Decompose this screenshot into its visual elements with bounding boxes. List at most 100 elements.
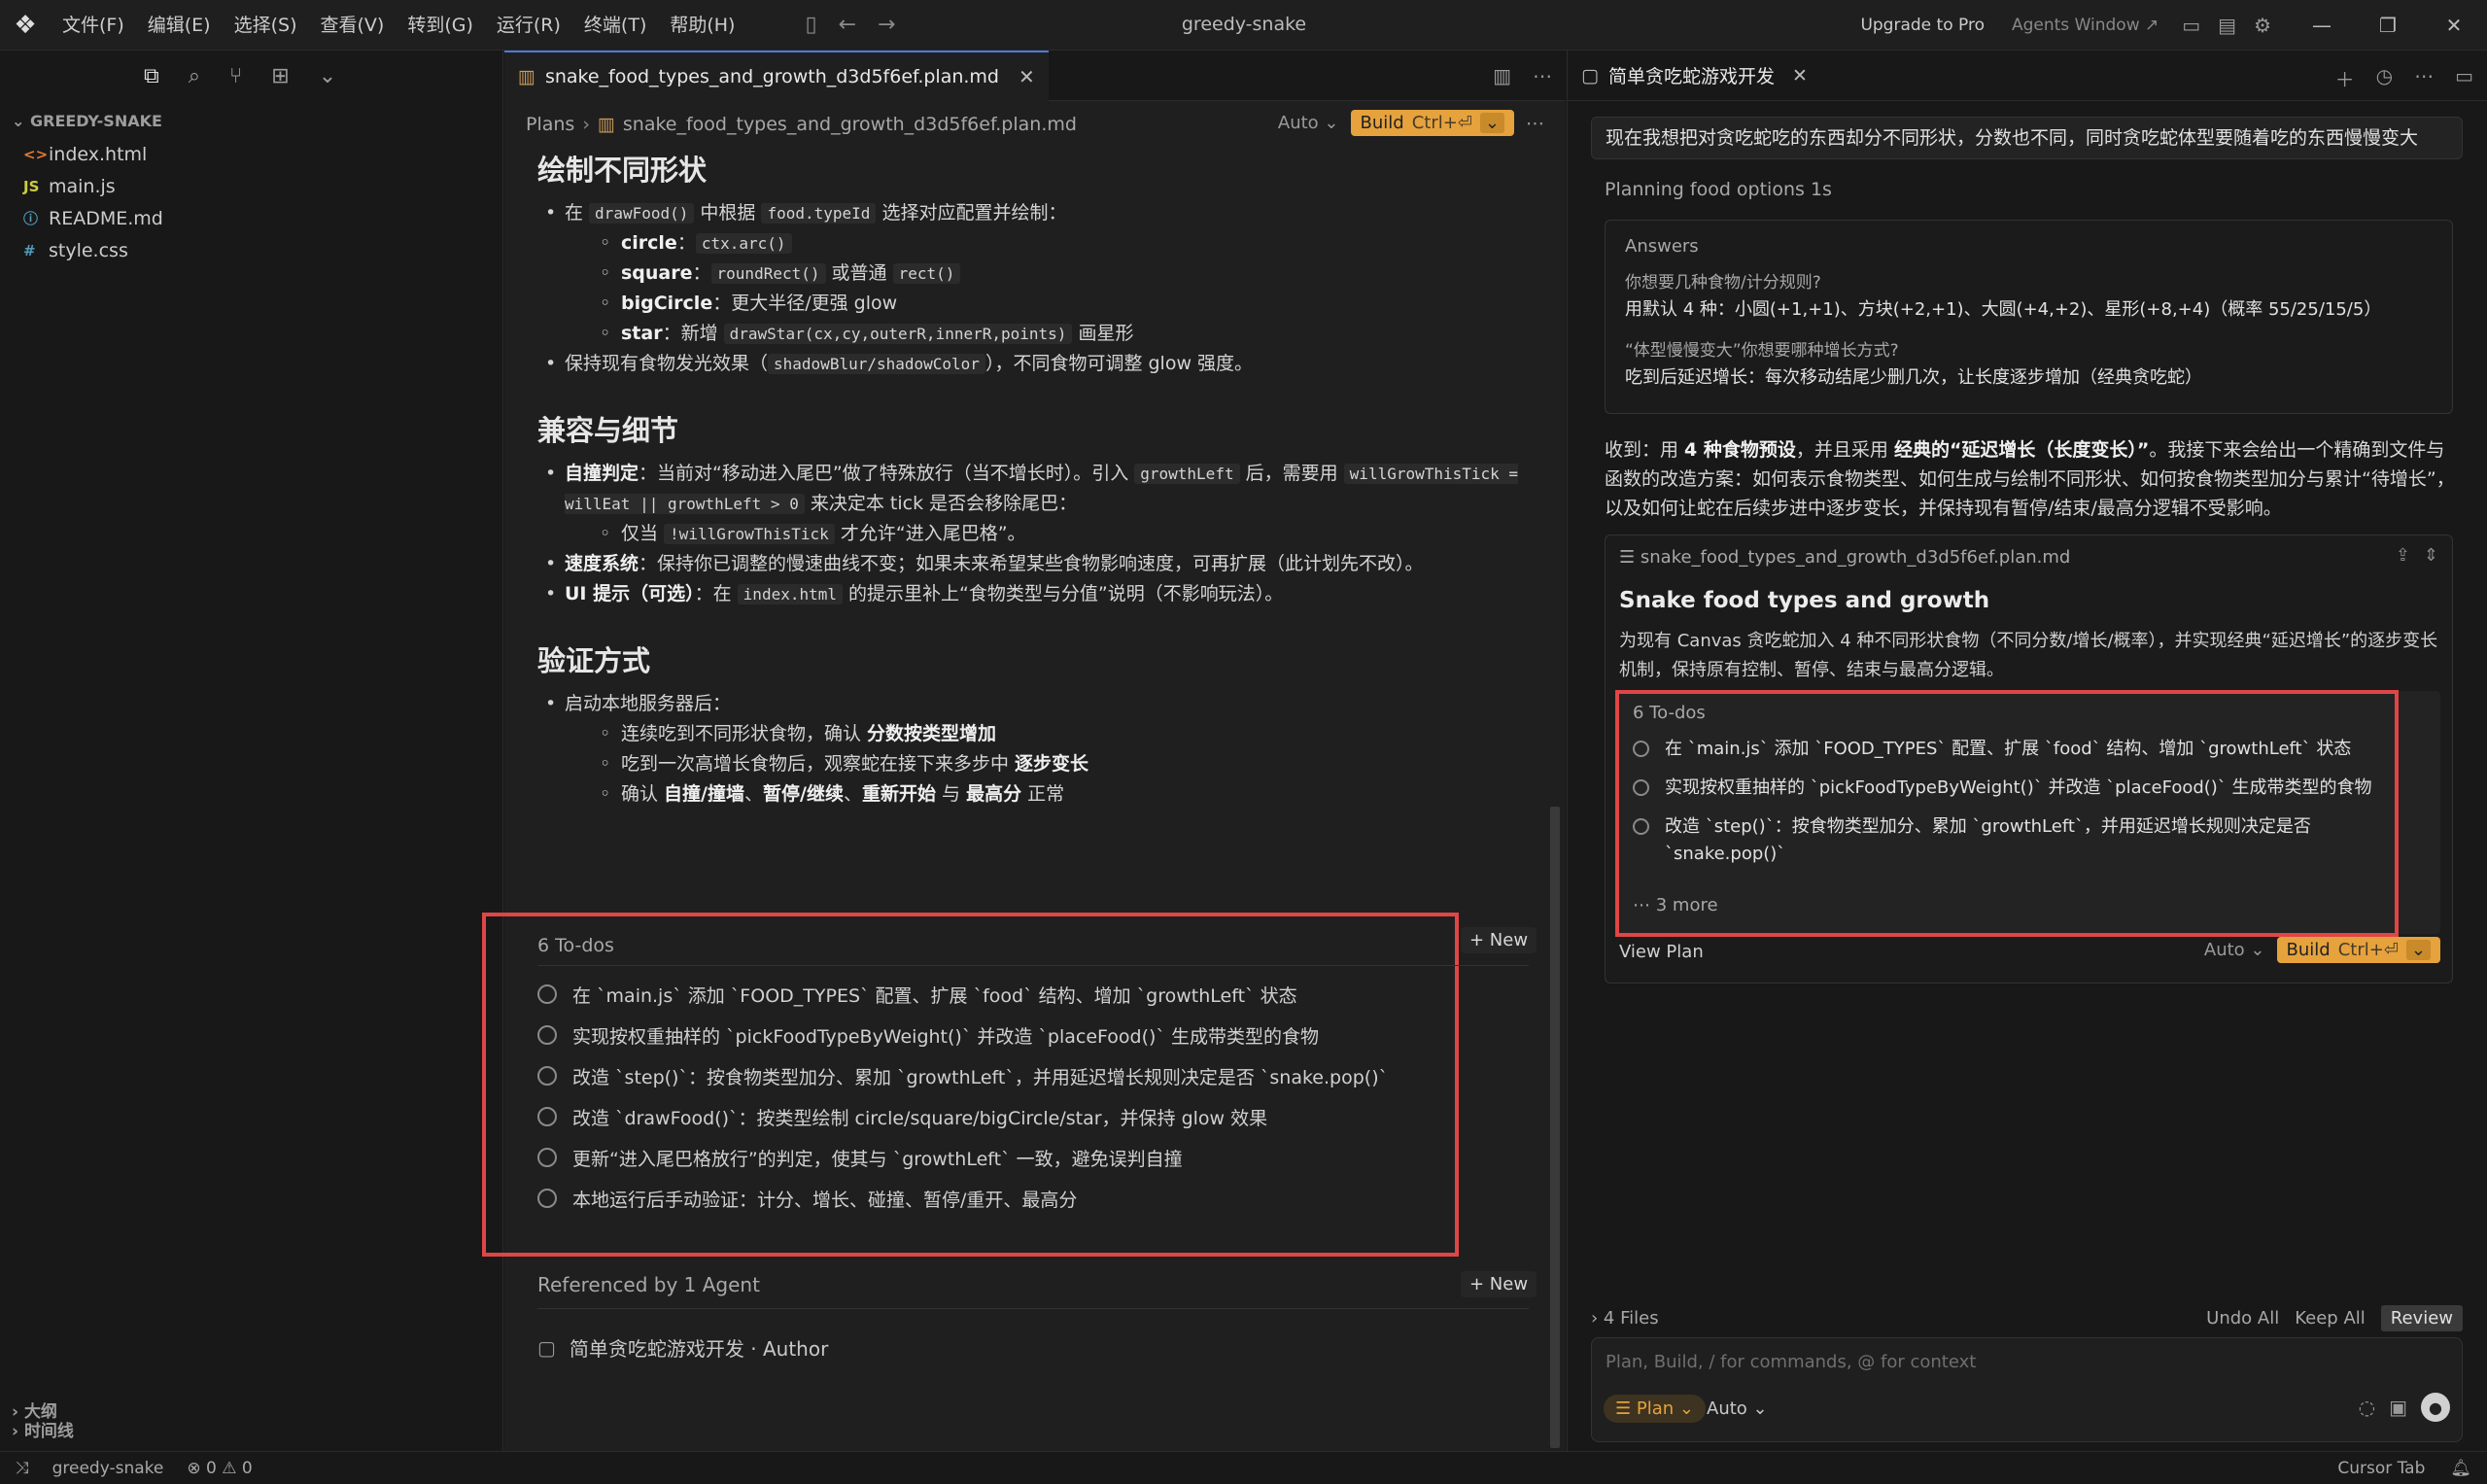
expand-icon[interactable]: ⇕ — [2424, 545, 2438, 566]
todo-item[interactable]: 实现按权重抽样的 `pickFoodTypeByWeight()` 并改造 `p… — [537, 1015, 1529, 1055]
menu-edit[interactable]: 编辑(E) — [136, 0, 223, 51]
todo-checkbox[interactable] — [537, 1148, 557, 1167]
remote-icon[interactable]: ⤨ — [16, 1459, 29, 1478]
upgrade-to-pro-link[interactable]: Upgrade to Pro — [1860, 16, 1985, 35]
section-compat: 兼容与细节 自撞判定：当前对“移动进入尾巴”做了特殊放行（当不增长时）。引入 g… — [537, 408, 1548, 609]
model-select[interactable]: Auto ⌄ — [1278, 113, 1339, 133]
tab-plan-file[interactable]: ▥ snake_food_types_and_growth_d3d5f6ef.p… — [504, 50, 1049, 101]
chat-composer[interactable]: Plan, Build, / for commands, @ for conte… — [1591, 1337, 2463, 1442]
section-verify: 验证方式 启动本地服务器后： 连续吃到不同形状食物，确认 分数按类型增加 吃到一… — [537, 638, 1548, 810]
file-name: README.md — [49, 207, 163, 229]
user-message[interactable]: 现在我想把对贪吃蛇吃的东西却分不同形状，分数也不同，同时贪吃蛇体型要随着吃的东西… — [1591, 117, 2463, 159]
todo-item[interactable]: 在 `main.js` 添加 `FOOD_TYPES` 配置、扩展 `food`… — [537, 974, 1529, 1015]
menu-go[interactable]: 转到(G) — [396, 0, 485, 51]
referenced-agent-link[interactable]: ▢ 简单贪吃蛇游戏开发 · Author — [537, 1333, 828, 1362]
todo-item[interactable]: 更新“进入尾巴格放行”的判定，使其与 `growthLeft` 一致，避免误判自… — [537, 1137, 1529, 1178]
minimize-button[interactable]: — — [2289, 14, 2355, 37]
layout-icon[interactable]: ▭ — [2182, 14, 2200, 37]
question-text: 你想要几种食物/计分规则? — [1625, 273, 1821, 293]
divider — [537, 1308, 1529, 1309]
todo-item[interactable]: 改造 `step()`：按食物类型加分、累加 `growthLeft`，并用延迟… — [537, 1055, 1529, 1096]
mode-select[interactable]: ☰ Plan ⌄ — [1604, 1395, 1706, 1423]
files-icon[interactable]: ⧉ — [144, 64, 159, 88]
todo-checkbox[interactable] — [537, 1107, 557, 1126]
todo-checkbox[interactable] — [537, 984, 557, 1004]
todos-header: 6 To-dos — [537, 925, 1529, 966]
editor-scrollbar[interactable] — [1550, 807, 1560, 1448]
file-style-css[interactable]: # style.css — [0, 234, 502, 266]
plan-description: 为现有 Canvas 贪吃蛇加入 4 种不同形状食物（不同分数/增长/概率），并… — [1619, 631, 2438, 680]
view-plan-link[interactable]: View Plan — [1619, 942, 1704, 962]
composer-input[interactable]: Plan, Build, / for commands, @ for conte… — [1606, 1352, 1976, 1372]
loading-icon: ◌ — [2358, 1396, 2376, 1419]
build-dropdown-icon[interactable]: ⌄ — [2405, 940, 2431, 960]
agents-window-link[interactable]: Agents Window ↗ — [2012, 16, 2159, 35]
project-title[interactable]: ⌄ GREEDY-SNAKE — [0, 105, 502, 138]
close-tab-icon[interactable]: ✕ — [1792, 65, 1808, 86]
close-window-button[interactable]: ✕ — [2421, 14, 2487, 37]
chevron-down-icon[interactable]: ⌄ — [319, 64, 336, 88]
more-actions-icon[interactable]: ⋯ — [2414, 64, 2434, 92]
todo-checkbox[interactable] — [537, 1025, 557, 1045]
microphone-icon[interactable]: ● — [2421, 1393, 2450, 1422]
problems-indicator[interactable]: ⊗ 0 ⚠ 0 — [187, 1459, 252, 1478]
source-control-icon[interactable]: ⑂ — [229, 64, 242, 88]
file-readme-md[interactable]: ⓘ README.md — [0, 202, 502, 234]
css-file-icon: # — [23, 241, 36, 259]
split-editor-icon[interactable]: ▥ — [1493, 64, 1511, 87]
review-button[interactable]: Review — [2380, 1304, 2463, 1331]
model-select[interactable]: Auto ⌄ — [2204, 940, 2265, 960]
file-main-js[interactable]: JS main.js — [0, 170, 502, 202]
timeline-section[interactable]: › 时间线 — [0, 1417, 503, 1441]
tab-chat[interactable]: ▢ 简单贪吃蛇游戏开发 ✕ — [1581, 62, 1808, 88]
search-icon[interactable]: ⌕ — [189, 64, 200, 88]
menu-terminal[interactable]: 终端(T) — [572, 0, 658, 51]
history-icon[interactable]: ◷ — [2376, 64, 2393, 92]
toggle-panel-icon[interactable]: ▭ — [2455, 64, 2473, 92]
workspace-name[interactable]: greedy-snake — [52, 1459, 164, 1478]
model-select[interactable]: Auto ⌄ — [1707, 1398, 1768, 1419]
breadcrumb-file[interactable]: snake_food_types_and_growth_d3d5f6ef.pla… — [623, 114, 1077, 135]
todo-checkbox[interactable] — [537, 1066, 557, 1086]
new-todo-button[interactable]: + New — [1461, 927, 1537, 953]
build-button[interactable]: Build Ctrl+⏎ ⌄ — [2276, 937, 2440, 963]
breadcrumb: Plans › ▥ snake_food_types_and_growth_d3… — [504, 101, 1566, 148]
keep-all-button[interactable]: Keep All — [2295, 1308, 2366, 1329]
todo-item[interactable]: 改造 `drawFood()`：按类型绘制 circle/square/bigC… — [537, 1096, 1529, 1137]
build-button[interactable]: Build Ctrl+⏎ ⌄ — [1350, 110, 1514, 136]
restore-button[interactable]: ❐ — [2355, 14, 2421, 37]
extensions-icon[interactable]: ⊞ — [271, 64, 289, 88]
more-actions-icon[interactable]: ⋯ — [1526, 113, 1544, 134]
question-text: “体型慢慢变大”你想要哪种增长方式? — [1625, 341, 1899, 361]
file-name: style.css — [49, 239, 128, 261]
menu-selection[interactable]: 选择(S) — [223, 0, 309, 51]
gear-icon[interactable]: ⚙ — [2254, 14, 2271, 37]
menu-run[interactable]: 运行(R) — [485, 0, 572, 51]
file-index-html[interactable]: <> index.html — [0, 138, 502, 170]
todo-checkbox[interactable] — [537, 1189, 557, 1208]
chat-icon[interactable]: ▤ — [2218, 14, 2236, 37]
tab-label: snake_food_types_and_growth_d3d5f6ef.pla… — [544, 65, 999, 87]
todo-item[interactable]: 本地运行后手动验证：计分、增长、碰撞、暂停/重开、最高分 — [537, 1178, 1529, 1219]
cursor-tab-status[interactable]: Cursor Tab — [2337, 1459, 2425, 1478]
plan-file-link[interactable]: ☰ snake_food_types_and_growth_d3d5f6ef.p… — [1619, 547, 2070, 568]
export-icon[interactable]: ⇪ — [2396, 545, 2410, 566]
new-chat-icon[interactable]: ＋ — [2335, 64, 2355, 92]
build-dropdown-icon[interactable]: ⌄ — [1479, 113, 1504, 133]
menu-help[interactable]: 帮助(H) — [658, 0, 746, 51]
status-bar: ⤨ greedy-snake ⊗ 0 ⚠ 0 Cursor Tab 🔔︎ — [0, 1451, 2487, 1484]
menu-view[interactable]: 查看(V) — [309, 0, 397, 51]
planning-status[interactable]: Planning food options 1s — [1605, 179, 1832, 200]
notifications-icon[interactable]: 🔔︎ — [2450, 1459, 2471, 1478]
image-icon[interactable]: ▣ — [2389, 1396, 2407, 1419]
files-toggle[interactable]: › 4 Files — [1591, 1308, 1659, 1329]
breadcrumb-plans[interactable]: Plans — [526, 114, 574, 135]
back-arrow-icon[interactable]: ← — [839, 13, 856, 37]
menu-file[interactable]: 文件(F) — [51, 0, 136, 51]
forward-arrow-icon[interactable]: → — [878, 13, 895, 37]
new-reference-button[interactable]: + New — [1461, 1271, 1537, 1297]
undo-all-button[interactable]: Undo All — [2206, 1308, 2279, 1329]
close-tab-icon[interactable]: ✕ — [1019, 65, 1035, 88]
more-actions-icon[interactable]: ⋯ — [1533, 64, 1552, 87]
toggle-sidebar-icon[interactable]: ▯ — [805, 13, 816, 37]
